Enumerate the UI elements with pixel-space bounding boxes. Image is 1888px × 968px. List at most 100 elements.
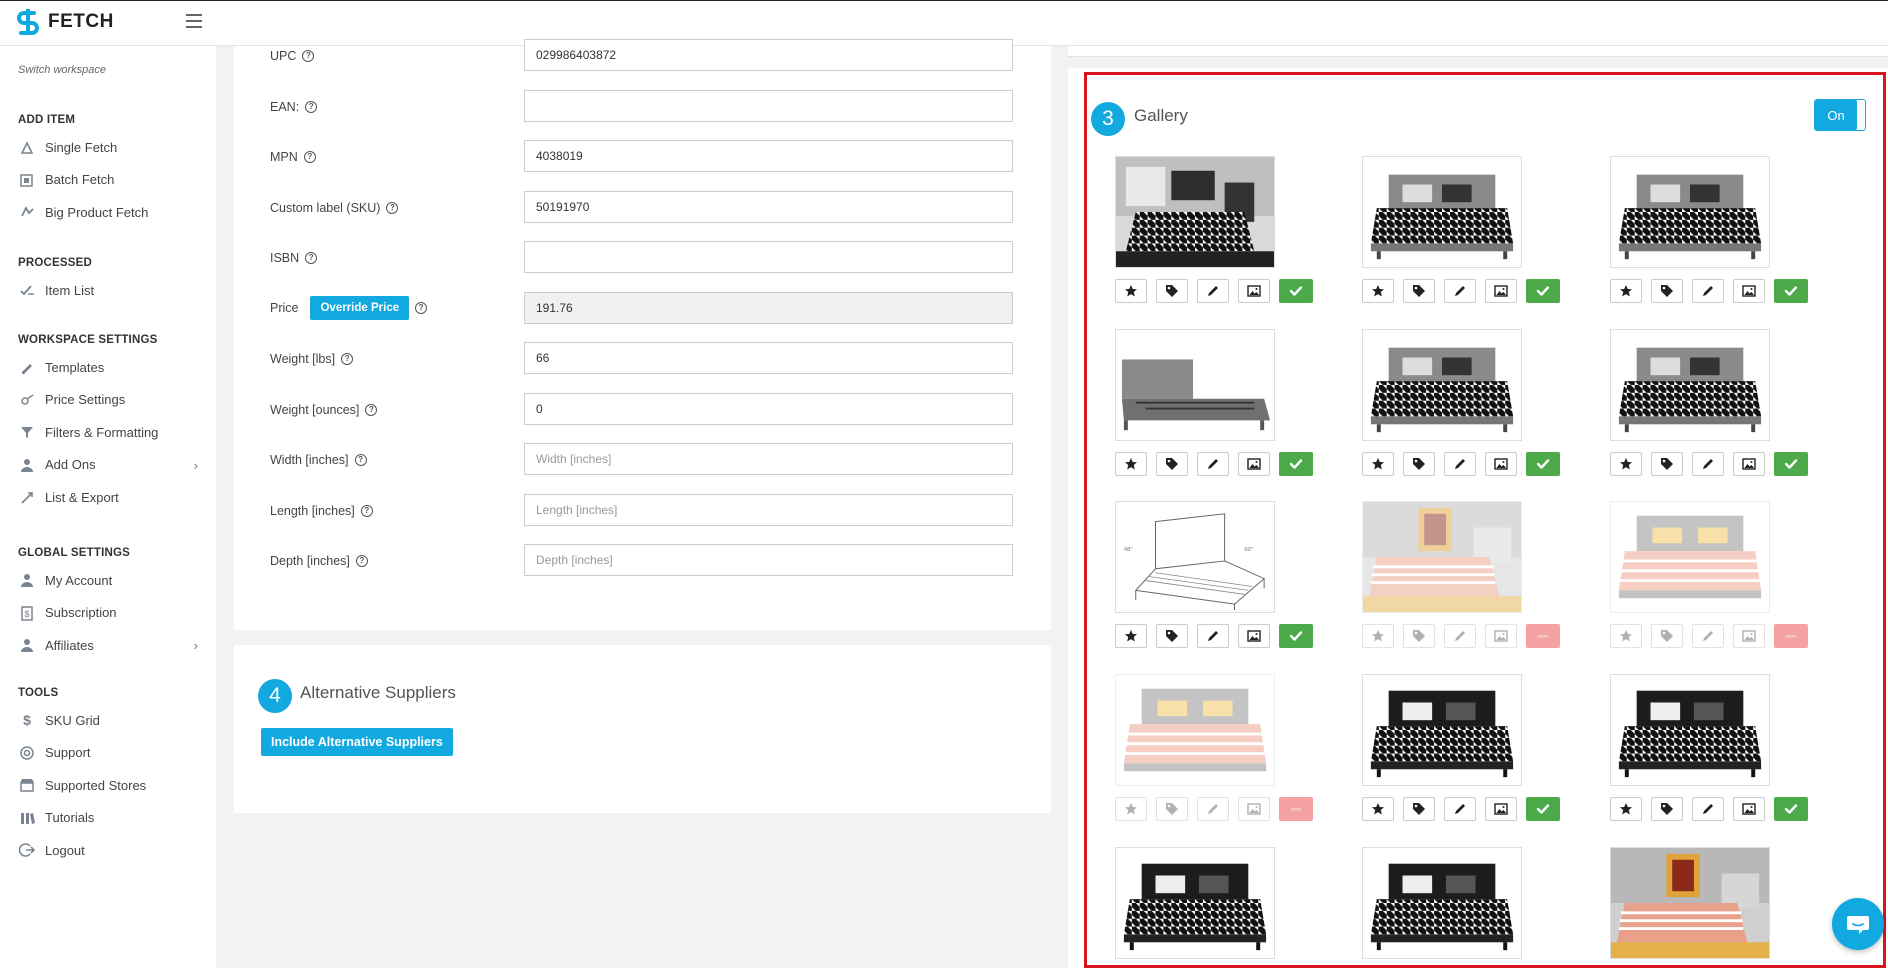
ean-input[interactable] (524, 89, 1013, 122)
tag-button[interactable] (1403, 624, 1435, 648)
image-button[interactable] (1238, 279, 1270, 303)
tag-button[interactable] (1156, 452, 1188, 476)
pencil-button[interactable] (1197, 624, 1229, 648)
override-price-button[interactable]: Override Price (310, 295, 410, 320)
gallery-image[interactable] (1115, 156, 1275, 268)
sidebar-item-logout[interactable]: Logout (18, 839, 208, 861)
pencil-button[interactable] (1692, 797, 1724, 821)
tag-button[interactable] (1403, 452, 1435, 476)
switch-workspace-link[interactable]: Switch workspace (18, 64, 106, 76)
image-button[interactable] (1733, 452, 1765, 476)
tag-button[interactable] (1651, 797, 1683, 821)
sidebar-item-big-product-fetch[interactable]: Big Product Fetch (18, 201, 208, 223)
depth-input[interactable] (524, 544, 1013, 576)
image-enabled-toggle[interactable] (1774, 797, 1808, 821)
gallery-image[interactable] (1362, 329, 1522, 441)
image-disabled-toggle[interactable] (1279, 797, 1313, 821)
pencil-button[interactable] (1444, 624, 1476, 648)
tag-button[interactable] (1403, 279, 1435, 303)
length-input[interactable] (524, 493, 1013, 526)
chat-button[interactable] (1832, 898, 1884, 950)
image-enabled-toggle[interactable] (1774, 452, 1808, 476)
sidebar-item-add-ons[interactable]: Add Ons › (18, 454, 208, 476)
weight_oz-input[interactable] (524, 392, 1013, 425)
gallery-image[interactable] (1115, 674, 1275, 786)
gallery-image[interactable] (1115, 847, 1275, 959)
image-button[interactable] (1733, 797, 1765, 821)
image-enabled-toggle[interactable] (1526, 797, 1560, 821)
pencil-button[interactable] (1444, 279, 1476, 303)
image-enabled-toggle[interactable] (1774, 279, 1808, 303)
help-icon[interactable]: ? (360, 504, 373, 517)
star-button[interactable] (1362, 279, 1394, 303)
tag-button[interactable] (1651, 279, 1683, 303)
image-button[interactable] (1733, 279, 1765, 303)
tag-button[interactable] (1403, 797, 1435, 821)
star-button[interactable] (1610, 797, 1642, 821)
tag-button[interactable] (1651, 624, 1683, 648)
gallery-image[interactable] (1115, 329, 1275, 441)
gallery-image[interactable]: 48" 60" (1115, 501, 1275, 613)
sidebar-item-single-fetch[interactable]: Single Fetch (18, 136, 208, 158)
tag-button[interactable] (1651, 452, 1683, 476)
chevron-right-icon[interactable]: › (194, 638, 198, 653)
sidebar-item-templates[interactable]: Templates (18, 356, 208, 378)
pencil-button[interactable] (1692, 452, 1724, 476)
gallery-image[interactable] (1362, 847, 1522, 959)
price-input[interactable] (524, 291, 1013, 324)
sidebar-item-item-list[interactable]: Item List (18, 279, 208, 301)
pencil-button[interactable] (1197, 452, 1229, 476)
image-enabled-toggle[interactable] (1526, 452, 1560, 476)
sidebar-item-price-settings[interactable]: Price Settings (18, 389, 208, 411)
gallery-image[interactable] (1610, 156, 1770, 268)
pencil-button[interactable] (1692, 279, 1724, 303)
pencil-button[interactable] (1444, 797, 1476, 821)
image-button[interactable] (1485, 279, 1517, 303)
tag-button[interactable] (1156, 797, 1188, 821)
help-icon[interactable]: ? (354, 454, 367, 466)
chevron-right-icon[interactable]: › (194, 458, 198, 473)
pencil-button[interactable] (1197, 797, 1229, 821)
isbn-input[interactable] (524, 241, 1013, 273)
star-button[interactable] (1610, 624, 1642, 648)
star-button[interactable] (1362, 624, 1394, 648)
sidebar-item-tutorials[interactable]: Tutorials (18, 807, 208, 829)
gallery-image[interactable] (1362, 156, 1522, 268)
app-logo[interactable]: FETCH (16, 9, 114, 35)
weight_lbs-input[interactable] (524, 342, 1013, 374)
help-icon[interactable]: ? (305, 252, 318, 264)
help-icon[interactable]: ? (303, 151, 316, 163)
pencil-button[interactable] (1692, 624, 1724, 648)
hamburger-menu-icon[interactable] (186, 14, 202, 28)
image-button[interactable] (1238, 624, 1270, 648)
sidebar-item-support[interactable]: Support (18, 742, 208, 764)
image-enabled-toggle[interactable] (1279, 452, 1313, 476)
sidebar-item-supported-stores[interactable]: Supported Stores (18, 774, 208, 796)
star-button[interactable] (1115, 452, 1147, 476)
sidebar-item-subscription[interactable]: $ Subscription (18, 602, 208, 624)
image-button[interactable] (1485, 452, 1517, 476)
sku-input[interactable] (524, 190, 1013, 223)
width-input[interactable] (524, 443, 1013, 475)
gallery-toggle[interactable]: On (1814, 99, 1866, 131)
gallery-image[interactable] (1362, 674, 1522, 786)
image-button[interactable] (1238, 797, 1270, 821)
image-enabled-toggle[interactable] (1526, 279, 1560, 303)
help-icon[interactable]: ? (302, 50, 315, 62)
sidebar-item-list-export[interactable]: List & Export (18, 486, 208, 508)
gallery-image[interactable] (1610, 674, 1770, 786)
help-icon[interactable]: ? (355, 555, 368, 567)
image-button[interactable] (1238, 452, 1270, 476)
gallery-image[interactable] (1610, 329, 1770, 441)
sidebar-item-my-account[interactable]: My Account (18, 569, 208, 591)
help-icon[interactable]: ? (386, 201, 399, 214)
include-alternative-suppliers-button[interactable]: Include Alternative Suppliers (261, 728, 453, 756)
image-button[interactable] (1485, 797, 1517, 821)
star-button[interactable] (1362, 452, 1394, 476)
pencil-button[interactable] (1444, 452, 1476, 476)
sidebar-item-affiliates[interactable]: Affiliates › (18, 634, 208, 656)
pencil-button[interactable] (1197, 279, 1229, 303)
image-enabled-toggle[interactable] (1279, 624, 1313, 648)
image-button[interactable] (1485, 624, 1517, 648)
help-icon[interactable]: ? (341, 353, 354, 365)
